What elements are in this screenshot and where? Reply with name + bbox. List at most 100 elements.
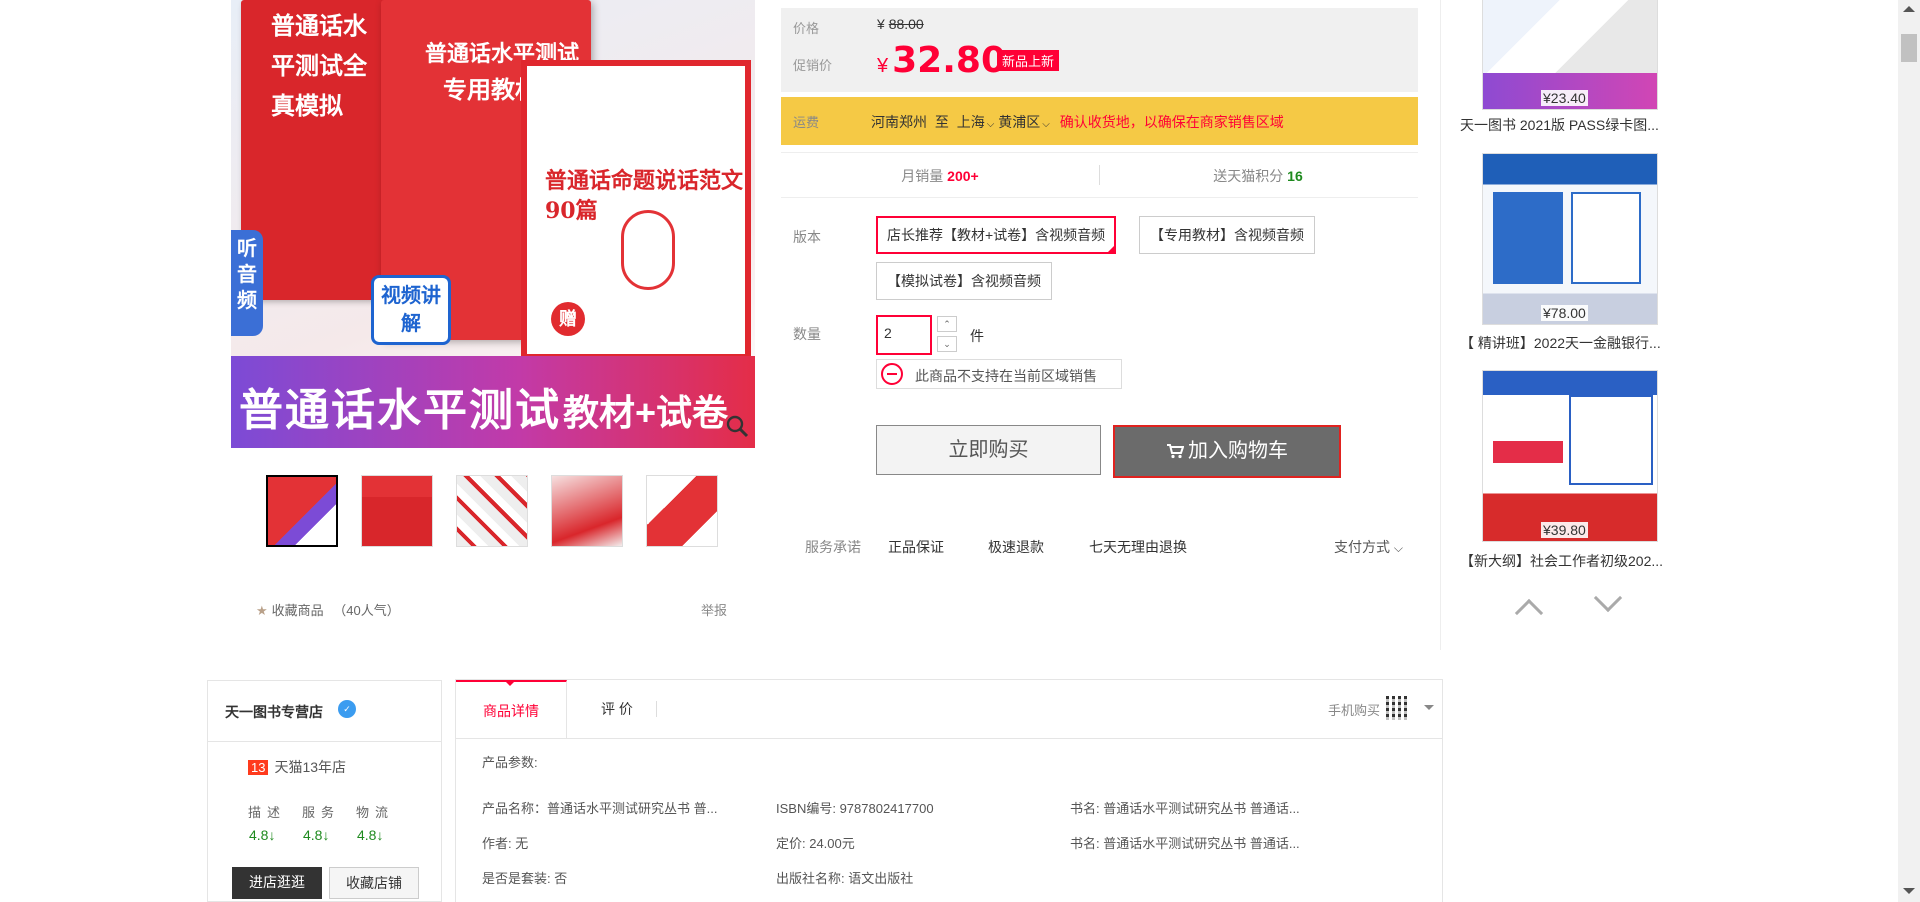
payment-label: 支付方式 — [1334, 539, 1390, 555]
region-notice: 此商品不支持在当前区域销售 — [876, 359, 1122, 389]
qr-code-icon[interactable] — [1386, 696, 1410, 720]
add-to-cart-label: 加入购物车 — [1188, 440, 1288, 462]
param-item: 书名: 普通话水平测试研究丛书 普通话... — [1070, 801, 1300, 816]
favorite-product[interactable]: ★ 收藏商品 （40人气） — [256, 600, 400, 619]
recommendation-item[interactable]: ¥78.00 — [1482, 153, 1658, 325]
version-option[interactable]: 店长推荐【教材+试卷】含视频音频 — [876, 216, 1117, 254]
page-scrollbar[interactable] — [1898, 0, 1920, 902]
service-item[interactable]: 正品保证 — [888, 537, 944, 557]
district-select[interactable]: 黄浦区 ⌵ — [998, 114, 1050, 130]
shop-panel: 天一图书专营店 ✓ 13 天猫13年店 描述 服务 物流 4.8↓ 4.8↓ 4.… — [207, 680, 442, 902]
mobile-buy-label[interactable]: 手机购买 — [1328, 700, 1380, 719]
score-logistics: 4.8↓ — [357, 827, 384, 843]
recommendation-price: ¥23.40 — [1541, 90, 1588, 106]
favorite-count: （40人气） — [333, 603, 400, 618]
version-option[interactable]: 【模拟试卷】含视频音频 — [876, 262, 1052, 300]
quantity-unit: 件 — [970, 328, 984, 344]
recommendation-price: ¥78.00 — [1541, 305, 1588, 321]
book-cover-left: 普通话水平测试全真模拟 — [241, 0, 391, 300]
recommendation-image: ¥23.40 — [1482, 0, 1658, 110]
star-icon: ★ — [256, 603, 268, 618]
score-service: 4.8↓ — [303, 827, 330, 843]
recommendation-image: ¥39.80 — [1482, 370, 1658, 542]
quantity-input[interactable]: 2 — [876, 315, 932, 355]
scrollbar-thumb[interactable] — [1901, 34, 1917, 62]
version-label: 版本 — [793, 229, 821, 245]
recommendation-title[interactable]: 天一图书 2021版 PASS绿卡图... — [1460, 115, 1690, 135]
shop-name[interactable]: 天一图书专营店 — [225, 702, 323, 722]
version-option[interactable]: 【专用教材】含视频音频 — [1139, 216, 1315, 254]
list-price-value: 88.00 — [888, 16, 924, 32]
recommendation-price: ¥39.80 — [1541, 522, 1588, 538]
listen-audio-badge: 听音频 — [231, 230, 263, 336]
score-description: 4.8↓ — [249, 827, 276, 843]
zoom-icon[interactable] — [725, 414, 749, 438]
recommendation-item[interactable]: ¥39.80 — [1482, 370, 1658, 542]
list-price: ¥ 88.00 — [877, 16, 924, 32]
score-label-logistics: 物流 — [356, 805, 395, 820]
promo-price: ¥32.80 — [877, 40, 1006, 81]
thumbnail[interactable] — [646, 475, 718, 547]
add-to-cart-button[interactable]: 加入购物车 — [1113, 425, 1341, 478]
score-label-description: 描述 — [248, 805, 287, 820]
banner-right-text: 教材+试卷 — [563, 392, 729, 433]
monthly-sales: 月销量 200+ — [781, 166, 1099, 186]
score-label-service: 服务 — [302, 805, 341, 820]
thumbnail[interactable] — [551, 475, 623, 547]
shipping-warning: 确认收货地，以确保在商家销售区域 — [1059, 114, 1284, 130]
gift-badge: 赠 — [551, 302, 585, 336]
scroll-down-arrow-icon[interactable] — [1903, 888, 1915, 894]
param-item: 是否是套装: 否 — [482, 871, 568, 886]
favorite-shop-button[interactable]: 收藏店铺 — [329, 867, 419, 899]
region-notice-text: 此商品不支持在当前区域销售 — [915, 368, 1097, 384]
buy-now-button[interactable]: 立即购买 — [876, 425, 1101, 475]
shipping-bar: 运费 河南郑州 至 上海 ⌵ 黄浦区 ⌵ 确认收货地，以确保在商家销售区域 — [781, 97, 1418, 145]
points-value: 16 — [1287, 168, 1303, 184]
quantity-decrease-button[interactable]: ⌄ — [937, 336, 957, 352]
param-item: 出版社名称: 语文出版社 — [776, 871, 914, 886]
scroll-up-arrow-icon[interactable] — [1903, 6, 1915, 12]
rail-prev-arrow[interactable] — [1514, 598, 1544, 628]
promo-price-label: 促销价 — [793, 58, 833, 73]
list-price-label: 价格 — [793, 21, 820, 36]
thumbnail[interactable] — [361, 475, 433, 547]
shop-years-label: 天猫13年店 — [274, 759, 347, 775]
tab-reviews[interactable]: 评 价 — [567, 680, 667, 738]
param-item: 产品名称：普通话水平测试研究丛书 普... — [482, 801, 718, 816]
main-product-image[interactable]: 普通话水平测试全真模拟 普通话水平测试 专用教材 普通话命题说话范文90篇 听音… — [231, 0, 755, 448]
city-select[interactable]: 上海 ⌵ — [957, 114, 995, 130]
recommendation-title[interactable]: 【新大纲】社会工作者初级202... — [1460, 551, 1690, 571]
quantity-increase-button[interactable]: ⌃ — [937, 316, 957, 332]
service-item[interactable]: 七天无理由退换 — [1089, 537, 1187, 557]
sales-stats: 月销量 200+ 送天猫积分 16 — [781, 152, 1418, 198]
payment-methods[interactable]: 支付方式 ⌵ — [1334, 537, 1403, 557]
shipping-label: 运费 — [793, 115, 820, 130]
promo-price-value: 32.80 — [892, 40, 1006, 81]
recommendation-item[interactable]: ¥23.40 — [1482, 0, 1658, 110]
book-left-title: 普通话水平测试全真模拟 — [271, 11, 367, 120]
enter-shop-button[interactable]: 进店逛逛 — [232, 867, 322, 899]
param-item: 书名: 普通话水平测试研究丛书 普通话... — [1070, 836, 1300, 851]
banner-text: 普通话水平测试 — [239, 385, 561, 436]
params-title: 产品参数: — [482, 755, 538, 770]
recommendation-title[interactable]: 【 精讲班】2022天一金融银行... — [1460, 333, 1690, 353]
product-params: 产品参数: 产品名称：普通话水平测试研究丛书 普... ISBN编号: 9787… — [455, 738, 1443, 902]
chevron-down-icon[interactable] — [1424, 705, 1434, 710]
shop-age: 13 天猫13年店 — [248, 757, 346, 777]
video-lecture-badge: 视频讲解 — [371, 275, 451, 345]
thumbnail[interactable] — [266, 475, 338, 547]
thumbnail[interactable] — [456, 475, 528, 547]
points-label: 送天猫积分 — [1213, 168, 1284, 184]
favorite-label: 收藏商品 — [271, 603, 324, 618]
param-item: ISBN编号: 9787802417700 — [776, 801, 934, 816]
param-item: 定价: 24.00元 — [776, 836, 855, 851]
report-link[interactable]: 举报 — [701, 600, 727, 619]
monthly-sales-label: 月销量 — [901, 168, 944, 184]
currency-symbol: ¥ — [877, 16, 885, 32]
district-value: 黄浦区 — [998, 114, 1041, 130]
tab-product-detail[interactable]: 商品详情 — [456, 680, 567, 738]
chevron-down-icon: ⌵ — [986, 119, 995, 130]
rail-next-arrow[interactable] — [1593, 583, 1623, 613]
ship-to-word: 至 — [934, 114, 949, 130]
service-item[interactable]: 极速退款 — [988, 537, 1044, 557]
